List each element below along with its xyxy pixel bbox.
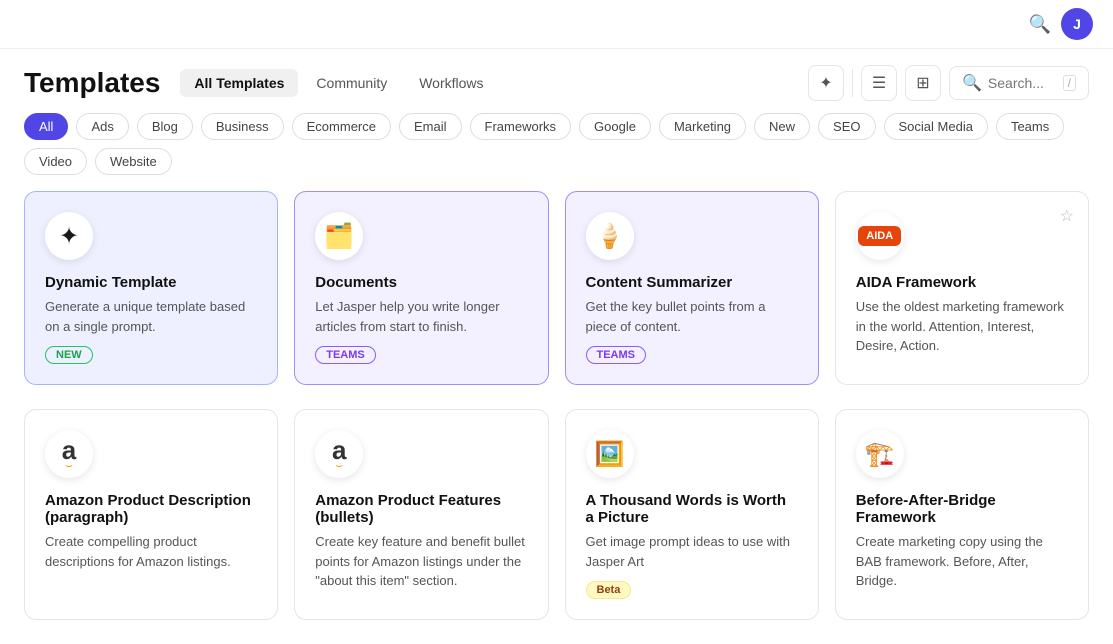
search-icon[interactable]: 🔍 (1029, 14, 1051, 35)
filter-ecommerce[interactable]: Ecommerce (292, 113, 391, 140)
search-box[interactable]: 🔍 / (949, 66, 1089, 100)
grid-view-btn[interactable]: ⊞ (905, 65, 941, 101)
filter-frameworks[interactable]: Frameworks (470, 113, 572, 140)
card-icon-amazon: a ⌣ (45, 430, 93, 478)
card-content-summarizer[interactable]: 🍦 Content Summarizer Get the key bullet … (565, 191, 819, 385)
card-icon-amazon2: a ⌣ (315, 430, 363, 478)
tab-community[interactable]: Community (302, 69, 401, 97)
tab-workflows[interactable]: Workflows (405, 69, 497, 97)
header-tabs: All Templates Community Workflows (180, 69, 497, 97)
filter-blog[interactable]: Blog (137, 113, 193, 140)
card-title: Amazon Product Description (paragraph) (45, 492, 257, 526)
star-icon[interactable]: ☆ (1060, 206, 1074, 226)
filter-marketing[interactable]: Marketing (659, 113, 746, 140)
header-actions: ✦ ☰ ⊞ 🔍 / (808, 65, 1089, 101)
card-amazon-product-desc[interactable]: a ⌣ Amazon Product Description (paragrap… (24, 409, 278, 620)
list-view-btn[interactable]: ☰ (861, 65, 897, 101)
card-dynamic-template[interactable]: ✦ Dynamic Template Generate a unique tem… (24, 191, 278, 385)
divider (852, 69, 853, 97)
aida-badge-label: AIDA (858, 226, 901, 246)
card-amazon-product-features[interactable]: a ⌣ Amazon Product Features (bullets) Cr… (294, 409, 548, 620)
card-title: A Thousand Words is Worth a Picture (586, 492, 798, 526)
card-title: Before-After-Bridge Framework (856, 492, 1068, 526)
card-badge-teams: TEAMS (586, 346, 647, 364)
card-icon-sparkle: ✦ (45, 212, 93, 260)
tab-all-templates[interactable]: All Templates (180, 69, 298, 97)
filter-all[interactable]: All (24, 113, 68, 140)
cards-row1: ✦ Dynamic Template Generate a unique tem… (0, 191, 1113, 409)
filter-google[interactable]: Google (579, 113, 651, 140)
card-desc: Get the key bullet points from a piece o… (586, 297, 798, 336)
search-icon-inner: 🔍 (962, 73, 982, 93)
filter-teams[interactable]: Teams (996, 113, 1064, 140)
filter-seo[interactable]: SEO (818, 113, 875, 140)
filter-bar: All Ads Blog Business Ecommerce Email Fr… (0, 113, 1113, 191)
card-badge-beta: Beta (586, 581, 632, 599)
card-title: Content Summarizer (586, 274, 798, 291)
card-icon-aida: AIDA (856, 212, 904, 260)
card-icon-image: 🖼️ (586, 430, 634, 478)
card-desc: Create compelling product descriptions f… (45, 532, 257, 571)
filter-website[interactable]: Website (95, 148, 172, 175)
header: Templates All Templates Community Workfl… (0, 49, 1113, 113)
card-title: Dynamic Template (45, 274, 257, 291)
card-icon-edit: 🗂️ (315, 212, 363, 260)
card-title: Documents (315, 274, 527, 291)
card-desc: Generate a unique template based on a si… (45, 297, 257, 336)
card-thousand-words[interactable]: 🖼️ A Thousand Words is Worth a Picture G… (565, 409, 819, 620)
filter-social-media[interactable]: Social Media (884, 113, 988, 140)
card-icon-bridge: 🏗️ (856, 430, 904, 478)
card-badge-teams: TEAMS (315, 346, 376, 364)
filter-video[interactable]: Video (24, 148, 87, 175)
top-bar: 🔍 J (0, 0, 1113, 49)
card-desc: Create key feature and benefit bullet po… (315, 532, 527, 591)
avatar[interactable]: J (1061, 8, 1093, 40)
card-title: Amazon Product Features (bullets) (315, 492, 527, 526)
filter-ads[interactable]: Ads (76, 113, 128, 140)
card-badge-new: NEW (45, 346, 93, 364)
card-desc: Use the oldest marketing framework in th… (856, 297, 1068, 356)
card-aida-framework[interactable]: ☆ AIDA AIDA Framework Use the oldest mar… (835, 191, 1089, 385)
filter-business[interactable]: Business (201, 113, 284, 140)
card-desc: Let Jasper help you write longer article… (315, 297, 527, 336)
card-documents[interactable]: 🗂️ Documents Let Jasper help you write l… (294, 191, 548, 385)
search-input[interactable] (988, 75, 1057, 91)
filter-email[interactable]: Email (399, 113, 462, 140)
cards-row2: a ⌣ Amazon Product Description (paragrap… (0, 409, 1113, 644)
card-desc: Create marketing copy using the BAB fram… (856, 532, 1068, 591)
card-bab-framework[interactable]: 🏗️ Before-After-Bridge Framework Create … (835, 409, 1089, 620)
card-icon-cup: 🍦 (586, 212, 634, 260)
card-title: AIDA Framework (856, 274, 1068, 291)
filter-new[interactable]: New (754, 113, 810, 140)
search-slash: / (1063, 75, 1076, 91)
page-title: Templates (24, 67, 160, 99)
card-desc: Get image prompt ideas to use with Jaspe… (586, 532, 798, 571)
magic-icon-btn[interactable]: ✦ (808, 65, 844, 101)
